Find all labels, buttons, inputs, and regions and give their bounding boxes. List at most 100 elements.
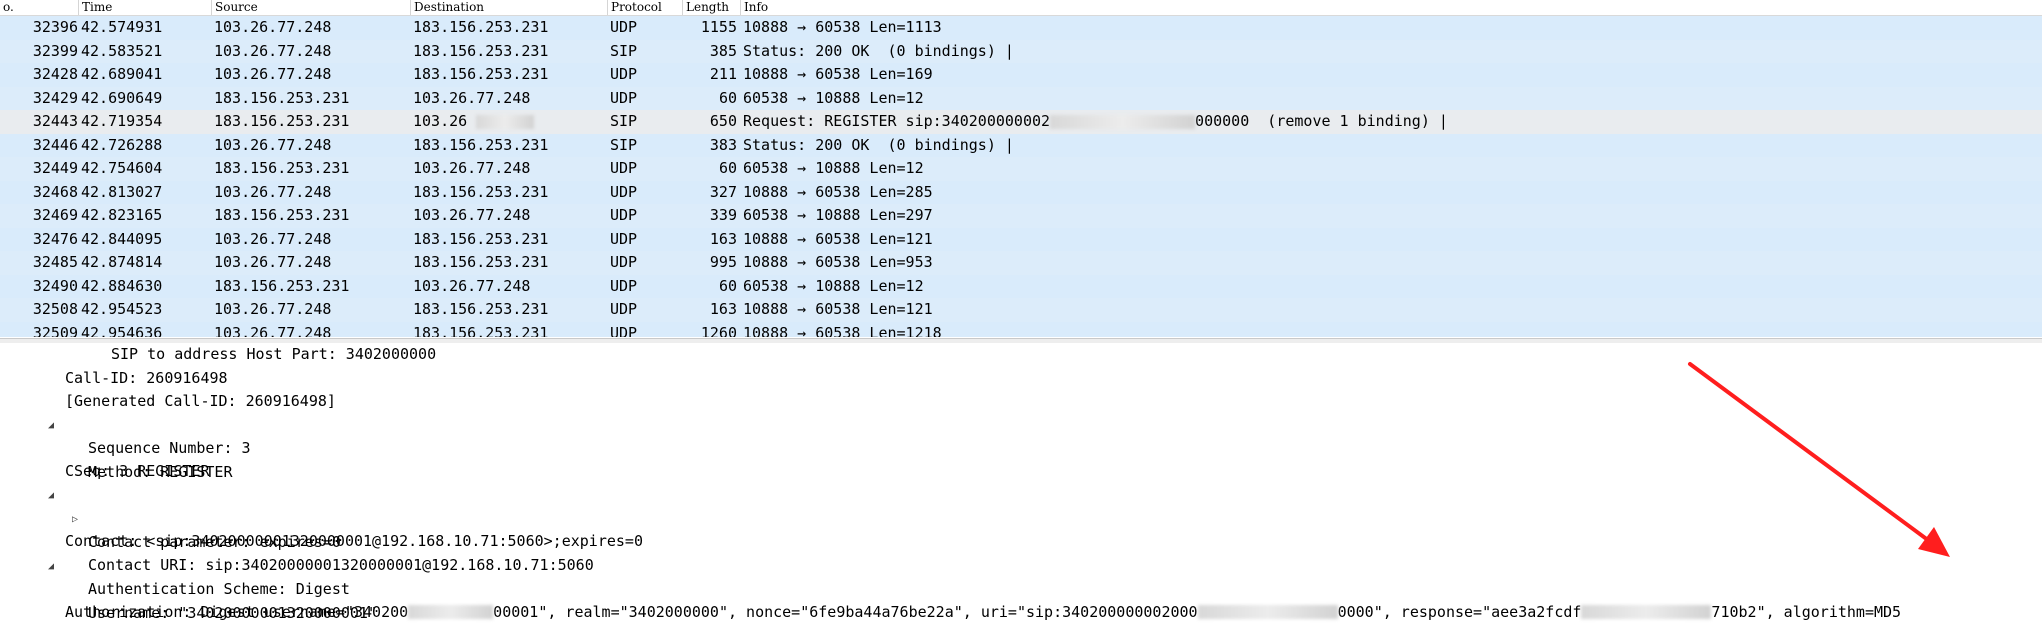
column-source[interactable]: Source [211,0,410,15]
detail-generated-call-id[interactable]: [Generated Call-ID: 260916498] [65,390,336,414]
packet-source: 103.26.77.248 [214,229,332,248]
packet-time: 42.689041 [81,65,163,83]
packet-destination: 183.156.253.231 [413,229,549,248]
column-info[interactable]: Info [740,0,2042,15]
packet-length: 60 [718,276,737,295]
expanded-triangle-icon[interactable]: ◢ [45,484,57,507]
packet-time: 42.954523 [81,300,163,318]
packet-protocol: UDP [610,88,638,107]
packet-length: 339 [709,206,737,224]
packet-no: 32490 [32,276,78,295]
column-protocol[interactable]: Protocol [607,0,682,15]
packet-info: 10888 → 60538 Len=121 [743,300,933,318]
packet-info: 10888 → 60538 Len=1113 [743,18,942,36]
detail-contact-parameter[interactable]: Contact parameter: expires=0 [88,531,341,555]
detail-method[interactable]: Method: REGISTER [88,461,233,485]
packet-source: 103.26.77.248 [214,182,332,201]
packet-row[interactable]: 32399 42.583521 103.26.77.248 183.156.25… [0,39,2042,63]
packet-protocol: UDP [610,300,638,318]
packet-source: 103.26.77.248 [214,300,332,318]
packet-info: Status: 200 OK (0 bindings) | [743,41,1014,60]
packet-row[interactable]: 32468 42.813027 103.26.77.248 183.156.25… [0,180,2042,204]
packet-source: 183.156.253.231 [214,206,350,224]
packet-row-selected[interactable]: 32443 42.719354 183.156.253.231 103.26 S… [0,110,2042,134]
detail-username[interactable]: Username: "34020000001320000001" [88,602,377,626]
packet-row[interactable]: 32449 42.754604 183.156.253.231 103.26.7… [0,157,2042,181]
packet-row[interactable]: 32429 42.690649 183.156.253.231 103.26.7… [0,86,2042,110]
packet-destination: 103.26 [413,110,535,133]
packet-protocol: UDP [610,276,638,295]
packet-protocol: UDP [610,253,638,271]
packet-source: 183.156.253.231 [214,159,350,177]
packet-destination: 183.156.253.231 [413,182,549,201]
packet-length: 650 [709,112,737,130]
packet-details[interactable]: SIP to address Host Part: 3402000000 Cal… [0,343,2042,628]
packet-destination: 183.156.253.231 [413,65,549,83]
detail-sequence-number[interactable]: Sequence Number: 3 [88,437,251,461]
packet-no: 32508 [32,300,78,318]
packet-time: 42.954636 [81,323,163,338]
detail-contact[interactable]: ◢ Contact: <sip:34020000001320000001@192… [0,484,900,550]
packet-source: 103.26.77.248 [214,135,332,154]
packet-info: 10888 → 60538 Len=169 [743,65,933,83]
packet-no: 32468 [32,182,78,201]
packet-no: 32509 [32,323,78,338]
packet-protocol: UDP [610,65,638,83]
packet-no: 32399 [32,41,78,60]
packet-info: 10888 → 60538 Len=953 [743,253,933,271]
packet-no: 32485 [32,253,78,271]
packet-source: 103.26.77.248 [214,65,332,83]
packet-row[interactable]: 32476 42.844095 103.26.77.248 183.156.25… [0,227,2042,251]
packet-no: 32449 [32,159,78,177]
detail-authorization[interactable]: ◢ Authorization: Digest username="340200… [0,555,2042,621]
detail-auth-scheme[interactable]: Authentication Scheme: Digest [88,578,350,602]
column-destination[interactable]: Destination [410,0,607,15]
packet-info-part-b: 000000 (remove 1 binding) | [1195,112,1448,130]
packet-row[interactable]: 32509 42.954636 103.26.77.248 183.156.25… [0,321,2042,338]
packet-no: 32469 [32,206,78,224]
packet-length: 1260 [700,323,737,338]
packet-time: 42.690649 [81,88,163,107]
packet-protocol: UDP [610,18,638,36]
collapsed-triangle-icon[interactable]: ▷ [69,508,81,531]
packet-destination-text: 103.26 [413,112,468,130]
expanded-triangle-icon[interactable]: ◢ [45,555,57,578]
packet-time: 42.884630 [81,276,163,295]
packet-row[interactable]: 32490 42.884630 183.156.253.231 103.26.7… [0,274,2042,298]
packet-source: 103.26.77.248 [214,253,332,271]
detail-sip-to-host[interactable]: SIP to address Host Part: 3402000000 [111,343,436,367]
packet-row[interactable]: 32428 42.689041 103.26.77.248 183.156.25… [0,63,2042,87]
packet-protocol: SIP [610,135,638,154]
packet-no: 32446 [32,135,78,154]
packet-row[interactable]: 32508 42.954523 103.26.77.248 183.156.25… [0,298,2042,322]
packet-protocol: SIP [610,112,638,130]
packet-info: 60538 → 10888 Len=12 [743,276,924,295]
detail-contact-uri[interactable]: ▷ Contact URI: sip:34020000001320000001@… [0,508,900,574]
column-time[interactable]: Time [78,0,211,15]
detail-cseq[interactable]: ◢ CSeq: 3 REGISTER [0,414,400,480]
packet-time: 42.874814 [81,253,163,271]
packet-row[interactable]: 32469 42.823165 183.156.253.231 103.26.7… [0,204,2042,228]
column-length[interactable]: Length [682,0,740,15]
packet-source: 183.156.253.231 [214,112,350,130]
packet-destination: 183.156.253.231 [413,18,549,36]
packet-list[interactable]: 32396 42.574931 103.26.77.248 183.156.25… [0,16,2042,337]
packet-row[interactable]: 32396 42.574931 103.26.77.248 183.156.25… [0,16,2042,40]
detail-call-id[interactable]: Call-ID: 260916498 [65,367,228,391]
packet-source: 183.156.253.231 [214,88,350,107]
packet-source: 103.26.77.248 [214,323,332,338]
expanded-triangle-icon[interactable]: ◢ [45,414,57,437]
packet-protocol: SIP [610,41,638,60]
packet-destination: 183.156.253.231 [413,323,549,338]
packet-info: 10888 → 60538 Len=121 [743,229,933,248]
packet-row[interactable]: 32446 42.726288 103.26.77.248 183.156.25… [0,133,2042,157]
redaction-blur [1581,605,1712,619]
packet-destination: 183.156.253.231 [413,135,549,154]
column-no[interactable]: o. [0,0,78,15]
packet-row[interactable]: 32485 42.874814 103.26.77.248 183.156.25… [0,251,2042,275]
packet-time: 42.754604 [81,159,163,177]
packet-no: 32396 [32,18,78,36]
redaction-blur [408,605,494,619]
packet-protocol: UDP [610,229,638,248]
packet-info: 60538 → 10888 Len=12 [743,88,924,107]
